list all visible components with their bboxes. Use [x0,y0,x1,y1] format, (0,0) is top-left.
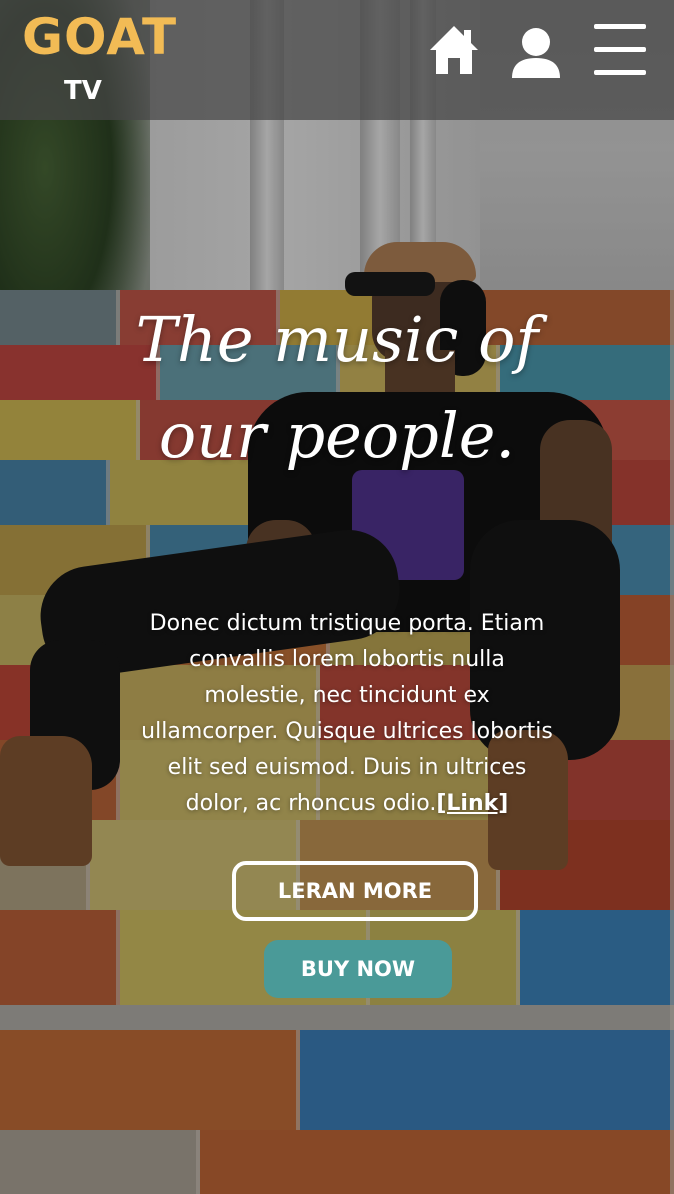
learn-more-button[interactable]: LERAN MORE [232,861,478,921]
hero-body: Donec dictum tristique porta. Etiam conv… [140,606,554,822]
hero-body-text: Donec dictum tristique porta. Etiam conv… [141,611,553,816]
hero-headline-line2: our people. [158,399,516,472]
hero-body-link[interactable]: [Link] [436,791,508,816]
hero-background-photo [0,0,674,1194]
menu-icon[interactable] [594,22,646,78]
hero-headline-line1: The music of [135,303,539,376]
hero-headline: The music of our people. [0,292,674,484]
logo-tv: TV [64,76,102,106]
home-icon[interactable] [428,22,480,78]
user-icon[interactable] [510,22,562,80]
buy-now-button[interactable]: BUY NOW [264,940,452,998]
logo-goat[interactable]: GOAT [22,12,177,62]
top-header: GOAT TV [0,0,674,120]
